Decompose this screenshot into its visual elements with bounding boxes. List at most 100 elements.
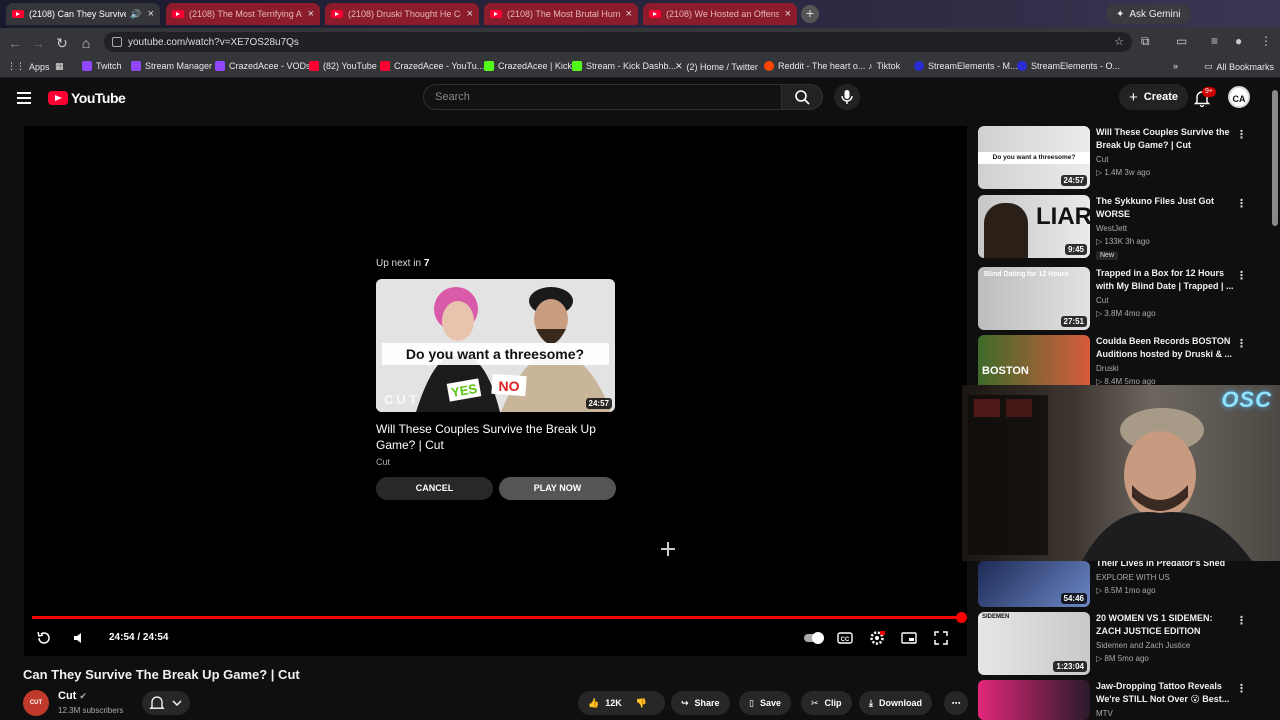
bookmark-star-icon[interactable]: ☆ — [1114, 35, 1124, 48]
recommendation-item[interactable]: Blind Dating for 12 Hours 27:51 Trapped … — [978, 267, 1270, 331]
bookmark-streamelements-m[interactable]: StreamElements - M... — [914, 61, 1018, 71]
close-tab-icon[interactable]: × — [308, 8, 314, 20]
clip-button[interactable]: ✂ Clip — [801, 691, 852, 715]
thumbs-up-icon[interactable]: 👍 — [588, 698, 599, 709]
bookmark-kick[interactable]: CrazedAcee | Kick — [484, 61, 572, 71]
up-next-title[interactable]: Will These Couples Survive the Break Up … — [376, 421, 615, 453]
recommendation-item[interactable]: Jaw-Dropping Tattoo Reveals We're STILL … — [978, 680, 1270, 720]
close-tab-icon[interactable]: × — [626, 8, 632, 20]
browser-tab[interactable]: (2108) The Most Brutal Human... × — [484, 3, 638, 25]
recommendation-channel[interactable]: MTV — [1096, 709, 1113, 718]
bookmark-kick-dashboard[interactable]: Stream - Kick Dashb... — [572, 61, 676, 71]
progress-bar[interactable] — [32, 612, 967, 623]
share-button[interactable]: ↪ Share — [671, 691, 730, 715]
recommendation-title[interactable]: Will These Couples Survive the Break Up … — [1096, 126, 1236, 152]
search-button[interactable] — [781, 84, 823, 110]
scrubber-handle[interactable] — [956, 612, 967, 623]
all-bookmarks-button[interactable]: ▭ All Bookmarks — [1204, 61, 1274, 72]
browser-tab[interactable]: (2108) We Hosted an Offensiv... × — [643, 3, 797, 25]
site-info-icon[interactable] — [112, 37, 122, 47]
save-button[interactable]: ▯ Save — [739, 691, 791, 715]
recommendation-channel[interactable]: EXPLORE WITH US — [1096, 573, 1170, 582]
recommendation-channel[interactable]: WestJett — [1096, 224, 1127, 233]
play-now-button[interactable]: PLAY NOW — [499, 477, 616, 500]
search-input[interactable]: Search — [423, 84, 782, 110]
thumbs-down-icon[interactable]: 👎 — [636, 698, 647, 709]
ask-gemini-button[interactable]: ✦ Ask Gemini — [1106, 4, 1191, 24]
bookmark-apps[interactable]: ⋮⋮ Apps — [7, 61, 50, 72]
recommendation-channel[interactable]: Sidemen and Zach Justice — [1096, 641, 1190, 650]
youtube-logo[interactable]: YouTube — [48, 90, 126, 106]
close-tab-icon[interactable]: × — [785, 8, 791, 20]
volume-button[interactable] — [71, 630, 87, 649]
more-vert-icon[interactable]: ⋮ — [1236, 614, 1247, 627]
like-count[interactable]: 12K — [605, 698, 622, 708]
more-vert-icon[interactable]: ⋮ — [1236, 337, 1247, 350]
recommendation-channel[interactable]: Druski — [1096, 364, 1119, 373]
recommendation-title[interactable]: Jaw-Dropping Tattoo Reveals We're STILL … — [1096, 680, 1236, 706]
forward-icon[interactable]: → — [30, 35, 46, 51]
browser-tab[interactable]: (2108) The Most Terrifying Avi... × — [166, 3, 320, 25]
more-vert-icon[interactable]: ⋮ — [1236, 128, 1247, 141]
bookmark-streamelements-o[interactable]: StreamElements - O... — [1017, 61, 1120, 71]
tab-search-icon[interactable]: ▭ — [1176, 34, 1187, 48]
miniplayer-button[interactable] — [901, 630, 917, 649]
recommendation-thumbnail[interactable]: LIAR 9:45 — [978, 195, 1090, 258]
browser-tab-active[interactable]: (2108) Can They Survive Th... 🔊 × — [6, 3, 160, 25]
channel-name[interactable]: Cut ✔ — [58, 690, 87, 702]
extensions-icon[interactable]: ⧉ — [1141, 34, 1150, 49]
recommendation-thumbnail[interactable]: 54:46 — [978, 561, 1090, 607]
recommendation-title[interactable]: Coulda Been Records BOSTON Auditions hos… — [1096, 335, 1236, 361]
fullscreen-button[interactable] — [933, 630, 949, 649]
back-icon[interactable]: ← — [7, 35, 23, 51]
bookmark-twitch[interactable]: Twitch — [82, 61, 122, 71]
bookmark-youtube[interactable]: (82) YouTube — [309, 61, 377, 71]
close-tab-icon[interactable]: × — [467, 8, 473, 20]
new-tab-button[interactable]: + — [801, 5, 819, 23]
up-next-thumbnail[interactable]: Do you want a threesome? YES NO CUT 24:5… — [376, 279, 615, 412]
subscription-notifications-button[interactable] — [142, 691, 190, 715]
replay-button[interactable] — [36, 630, 52, 649]
menu-hamburger-icon[interactable] — [17, 92, 31, 104]
bookmark-tiktok[interactable]: ♪ Tiktok — [868, 61, 900, 71]
autoplay-toggle[interactable] — [803, 630, 825, 649]
recommendation-title[interactable]: 20 WOMEN VS 1 SIDEMEN: ZACH JUSTICE EDIT… — [1096, 612, 1236, 638]
home-icon[interactable]: ⌂ — [78, 35, 94, 51]
download-button[interactable]: ⤓ Download — [859, 691, 932, 715]
cancel-autoplay-button[interactable]: CANCEL — [376, 477, 493, 500]
recommendation-title[interactable]: The Sykkuno Files Just Got WORSE — [1096, 195, 1236, 221]
bookmark-twitter[interactable]: ✕ (2) Home / Twitter — [675, 61, 758, 72]
bookmark-vods[interactable]: CrazedAcee - VODs — [215, 61, 311, 71]
recommendation-thumbnail[interactable]: Do you want a threesome? 24:57 — [978, 126, 1090, 189]
recommendation-title[interactable]: Trapped in a Box for 12 Hours with My Bl… — [1096, 267, 1236, 293]
more-actions-button[interactable]: ⋯ — [944, 691, 968, 715]
more-vert-icon[interactable]: ⋮ — [1236, 269, 1247, 282]
more-vert-icon[interactable]: ⋮ — [1236, 682, 1247, 695]
more-vert-icon[interactable]: ⋮ — [1236, 197, 1247, 210]
page-scrollbar[interactable] — [1272, 90, 1278, 226]
address-bar[interactable]: youtube.com/watch?v=XE7OS28u7Qs ☆ — [104, 32, 1132, 52]
recommendation-item[interactable]: LIAR 9:45 The Sykkuno Files Just Got WOR… — [978, 195, 1270, 260]
reload-icon[interactable]: ↻ — [54, 35, 70, 51]
recommendation-item[interactable]: 54:46 Their Lives in Predator's Shed EXP… — [978, 557, 1270, 607]
recommendation-thumbnail[interactable]: Blind Dating for 12 Hours 27:51 — [978, 267, 1090, 330]
bookmark-stream-manager[interactable]: Stream Manager — [131, 61, 212, 71]
recommendation-item[interactable]: SIDEMEN 1:23:04 20 WOMEN VS 1 SIDEMEN: Z… — [978, 612, 1270, 676]
menu-icon[interactable]: ⋮ — [1260, 34, 1272, 48]
recommendation-channel[interactable]: Cut — [1096, 155, 1108, 164]
tab-groups-icon[interactable]: ▦ — [55, 61, 64, 72]
recommendation-thumbnail[interactable]: SIDEMEN 1:23:04 — [978, 612, 1090, 675]
bookmark-youtube-channel[interactable]: CrazedAcee - YouTu... — [380, 61, 484, 71]
subtitles-button[interactable]: CC — [837, 630, 853, 649]
bookmark-reddit[interactable]: Reddit - The heart o... — [764, 61, 865, 71]
more-bookmarks-icon[interactable]: » — [1173, 61, 1178, 71]
audio-icon[interactable]: 🔊 — [130, 9, 141, 20]
profile-icon[interactable]: ● — [1235, 34, 1242, 48]
voice-search-button[interactable] — [834, 84, 860, 110]
account-avatar[interactable]: CA — [1228, 86, 1250, 108]
channel-avatar[interactable]: CUT — [23, 690, 49, 716]
recommendation-item[interactable]: Do you want a threesome? 24:57 Will Thes… — [978, 126, 1270, 190]
create-button[interactable]: + Create — [1119, 84, 1189, 110]
settings-button[interactable] — [869, 630, 886, 649]
close-tab-icon[interactable]: × — [148, 8, 154, 20]
